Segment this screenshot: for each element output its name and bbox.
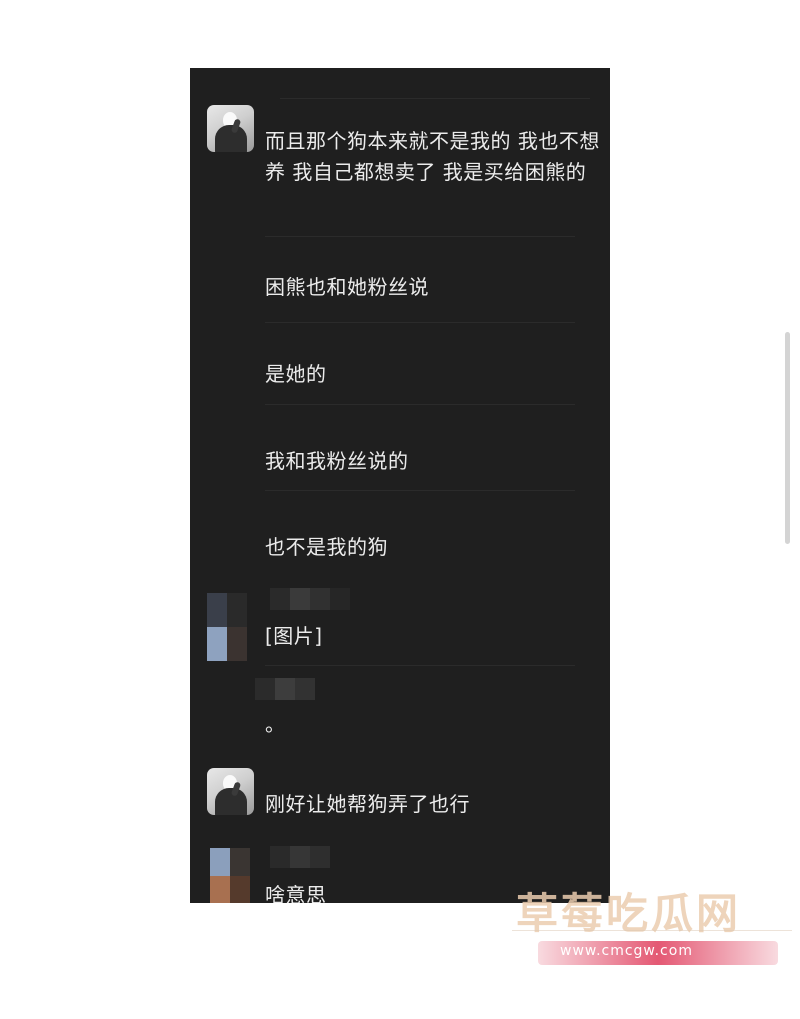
watermark-rule bbox=[512, 930, 792, 931]
sender-name-obscured bbox=[270, 846, 330, 868]
divider bbox=[265, 404, 575, 405]
message-text: 也不是我的狗 bbox=[265, 535, 388, 559]
message-text: 啥意思 bbox=[265, 883, 327, 903]
watermark: 草莓吃瓜网 www.cmcgw.com bbox=[512, 880, 792, 970]
message-text: 。 bbox=[265, 712, 286, 736]
message-text: 是她的 bbox=[265, 362, 327, 386]
watermark-url: www.cmcgw.com bbox=[560, 943, 693, 959]
divider bbox=[265, 236, 575, 237]
screenshot-page: 而且那个狗本来就不是我的 我也不想养 我自己都想卖了 我是买给困熊的 困熊也和她… bbox=[0, 0, 800, 1019]
message-text: 刚好让她帮狗弄了也行 bbox=[265, 792, 470, 816]
avatar[interactable] bbox=[207, 593, 247, 661]
divider bbox=[265, 665, 575, 666]
image-placeholder-text[interactable]: [图片] bbox=[265, 621, 323, 652]
divider bbox=[265, 322, 575, 323]
scrollbar[interactable] bbox=[785, 332, 790, 544]
chat-panel[interactable]: 而且那个狗本来就不是我的 我也不想养 我自己都想卖了 我是买给困熊的 困熊也和她… bbox=[190, 68, 610, 903]
divider bbox=[265, 490, 575, 491]
sender-name-obscured bbox=[255, 678, 315, 700]
message-text: 而且那个狗本来就不是我的 我也不想养 我自己都想卖了 我是买给困熊的 bbox=[265, 129, 600, 184]
message-text: 我和我粉丝说的 bbox=[265, 449, 409, 473]
sender-name-obscured bbox=[270, 588, 350, 610]
divider bbox=[280, 98, 590, 99]
avatar[interactable] bbox=[207, 105, 254, 152]
avatar[interactable] bbox=[207, 768, 254, 815]
message-text: 困熊也和她粉丝说 bbox=[265, 275, 429, 299]
avatar[interactable] bbox=[210, 848, 250, 903]
watermark-title: 草莓吃瓜网 bbox=[516, 889, 742, 938]
